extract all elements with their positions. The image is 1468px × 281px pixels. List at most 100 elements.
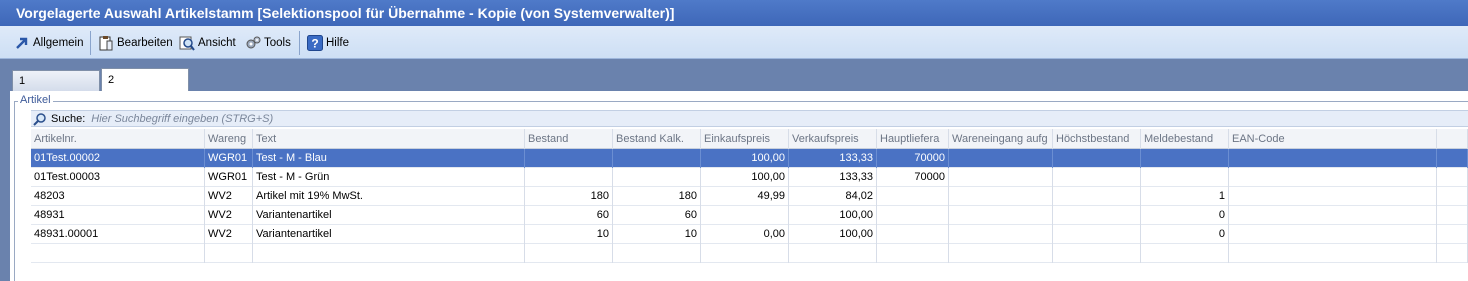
table-cell: Variantenartikel [253,206,525,225]
tab-artikelauswahl[interactable]: 1 Artikelauswahl [12,70,100,107]
table-cell: 10 [613,225,701,244]
table-cell [525,244,613,263]
table-cell [877,187,949,206]
table-cell: 0 [1141,206,1229,225]
table-cell-filler [1437,149,1468,168]
table-cell [1141,149,1229,168]
table-cell: Artikel mit 19% MwSt. [253,187,525,206]
table-cell [1229,206,1437,225]
table-row[interactable]: 48203 WV2 Artikel mit 19% MwSt. 180 180 49,99… [31,187,1468,206]
column-header[interactable]: Verkaufspreis [789,129,877,149]
toolbar: Allgemein Bearbeiten Ansicht Tools ? Hil… [0,26,1468,59]
table-cell: 70000 [877,149,949,168]
window-title: Vorgelagerte Auswahl Artikelstamm [Selek… [0,0,1468,26]
table-cell [613,149,701,168]
group-border-left [14,101,15,281]
menu-bearbeiten[interactable]: Bearbeiten [98,32,173,54]
column-header[interactable]: Bestand Kalk. [613,129,701,149]
table-cell [1053,244,1141,263]
table-cell: 133,33 [789,168,877,187]
table-cell: Test - M - Blau [253,149,525,168]
table-cell [1053,168,1141,187]
menu-ansicht-label: Ansicht [198,37,236,49]
gears-icon [245,35,261,51]
table-cell-filler [1437,168,1468,187]
table-cell: 0 [1141,225,1229,244]
menu-hilfe[interactable]: ? Hilfe [307,32,349,54]
column-header[interactable]: Einkaufspreis [701,129,789,149]
toolbar-separator [299,31,300,55]
table-cell [31,244,205,263]
menu-tools[interactable]: Tools [245,32,291,54]
table-row[interactable] [31,244,1468,263]
menu-bearbeiten-label: Bearbeiten [117,37,173,49]
table-cell [877,244,949,263]
table-cell-filler [1437,187,1468,206]
tab-content: Artikel Suche: Hier Suchbegriff eingeben… [0,91,1468,281]
table-row[interactable]: 01Test.00002 WGR01 Test - M - Blau 100,00 13… [31,149,1468,168]
table-cell [253,244,525,263]
table-cell: 48203 [31,187,205,206]
search-bar[interactable]: Suche: Hier Suchbegriff eingeben (STRG+S… [31,110,1468,127]
menu-ansicht[interactable]: Ansicht [179,32,236,54]
table-cell-filler [1437,244,1468,263]
svg-text:?: ? [311,37,318,51]
table-cell [205,244,253,263]
table-cell [949,244,1053,263]
table-cell [1229,168,1437,187]
table-cell [525,149,613,168]
table-cell: 180 [525,187,613,206]
help-icon: ? [307,35,323,51]
arrow-icon [14,35,30,51]
table-cell [525,168,613,187]
table-row[interactable]: 48931.00001 WV2 Variantenartikel 10 10 0,00 10… [31,225,1468,244]
menu-allgemein-label: Allgemein [33,37,84,49]
table-cell: WV2 [205,206,253,225]
menu-tools-label: Tools [264,37,291,49]
table-cell: 100,00 [701,168,789,187]
table-cell: 48931 [31,206,205,225]
table-cell: 84,02 [789,187,877,206]
articles-table: Artikelnr. Wareng Text Bestand Bestand Kalk.… [31,129,1468,281]
column-header[interactable]: Text [253,129,525,149]
column-header-filler [1437,129,1468,149]
column-header[interactable]: Artikelnr. [31,129,205,149]
tab-selektionspool[interactable]: 2 Selektionspool [101,68,189,108]
column-header[interactable]: Bestand [525,129,613,149]
table-cell [949,225,1053,244]
table-cell [877,225,949,244]
column-header[interactable]: Höchstbestand [1053,129,1141,149]
table-cell: Variantenartikel [253,225,525,244]
table-cell: 100,00 [789,206,877,225]
table-cell [1229,187,1437,206]
column-header[interactable]: Hauptliefera [877,129,949,149]
search-icon [33,112,47,126]
search-input[interactable]: Hier Suchbegriff eingeben (STRG+S) [91,113,273,125]
table-cell [613,168,701,187]
column-header[interactable]: Wareng [205,129,253,149]
group-label: Artikel [18,94,53,106]
left-border [0,91,10,281]
column-header[interactable]: Wareneingang aufg [949,129,1053,149]
menu-allgemein[interactable]: Allgemein [14,32,84,54]
table-cell [1053,187,1141,206]
tab-strip: 1 Artikelauswahl 2 Selektionspool [0,59,1468,108]
table-cell: 133,33 [789,149,877,168]
table-cell: 1 [1141,187,1229,206]
table-cell: WGR01 [205,149,253,168]
group-border [14,101,1468,102]
column-header[interactable]: Meldebestand [1141,129,1229,149]
table-cell: 60 [613,206,701,225]
table-cell: 10 [525,225,613,244]
table-row[interactable]: 01Test.00003 WGR01 Test - M - Grün 100,00 13… [31,168,1468,187]
table-cell [1229,244,1437,263]
column-header[interactable]: EAN-Code [1229,129,1437,149]
table-cell [1053,149,1141,168]
table-cell-filler [1437,206,1468,225]
table-cell: WV2 [205,225,253,244]
table-cell [949,206,1053,225]
table-row[interactable]: 48931 WV2 Variantenartikel 60 60 100,00 0 [31,206,1468,225]
table-cell [701,244,789,263]
table-cell [613,244,701,263]
clipboard-icon [98,35,114,51]
